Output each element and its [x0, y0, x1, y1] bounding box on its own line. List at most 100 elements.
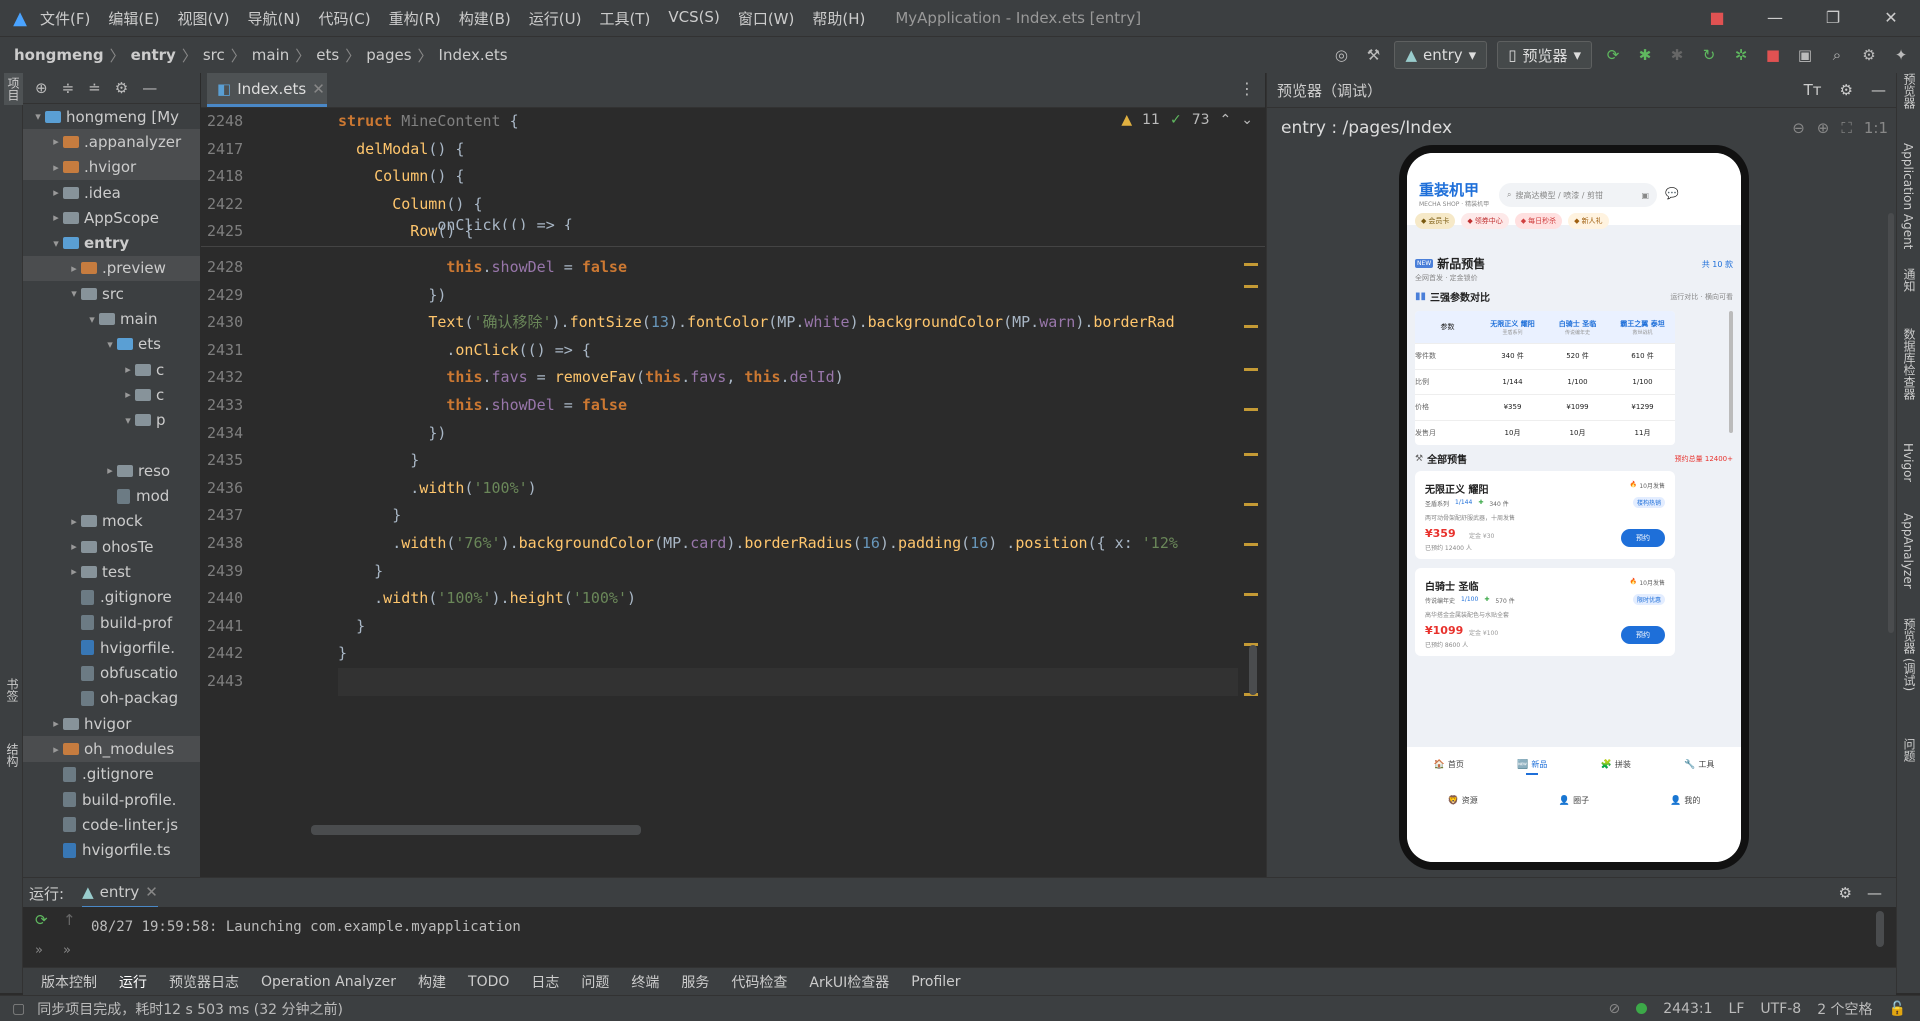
breadcrumb-item[interactable]: pages: [366, 46, 411, 64]
device-manager-icon[interactable]: ▣: [1794, 44, 1816, 66]
bottom-tab[interactable]: 预览器日志: [169, 972, 239, 992]
structure-tool-tab[interactable]: 结构: [4, 743, 21, 767]
chevron-up-icon[interactable]: ⌃: [1220, 112, 1232, 128]
no-power-save-icon[interactable]: ⊘: [1609, 1001, 1621, 1017]
bottom-tab[interactable]: 服务: [681, 972, 709, 992]
tree-row[interactable]: mod: [23, 483, 200, 508]
message-icon[interactable]: 💬: [1665, 187, 1679, 200]
apply-changes-icon[interactable]: ↻: [1698, 44, 1720, 66]
file-encoding[interactable]: UTF-8: [1760, 1001, 1801, 1017]
code-line[interactable]: .width('76%').backgroundColor(MP.card).b…: [338, 530, 1238, 558]
chevron-right-icon[interactable]: ▸: [49, 186, 63, 199]
line-separator[interactable]: LF: [1729, 1001, 1745, 1017]
search-icon[interactable]: ⌕: [1826, 44, 1848, 66]
code-line[interactable]: Column() {: [338, 191, 519, 219]
tree-row[interactable]: ▸ test: [23, 559, 200, 584]
tree-row[interactable]: hvigorfile.: [23, 635, 200, 660]
inspection-widget[interactable]: ▲ 11 ✓ 73 ⌃ ⌄: [1121, 112, 1253, 128]
tree-row[interactable]: ▾ entry: [23, 230, 200, 255]
menu-item[interactable]: 工具(T): [599, 8, 650, 29]
chevron-down-icon[interactable]: ▾: [31, 110, 45, 123]
tree-row[interactable]: build-profile.: [23, 787, 200, 812]
preview-scrollbar[interactable]: [1888, 213, 1894, 633]
chip-2[interactable]: ◆ 每日秒杀: [1514, 213, 1563, 229]
tree-row[interactable]: ▸ c: [23, 382, 200, 407]
right-tool-tab[interactable]: AppAnalyzer: [1901, 513, 1915, 589]
chevron-right-icon[interactable]: ▸: [49, 211, 63, 224]
tree-row[interactable]: ▾ main: [23, 306, 200, 331]
rerun-icon[interactable]: ⟳: [1602, 44, 1624, 66]
code-line[interactable]: }): [338, 282, 1238, 310]
collapse-all-icon[interactable]: ≐: [88, 79, 101, 97]
right-tool-tab[interactable]: 预览器: [1901, 73, 1918, 109]
code-area[interactable]: this.showDel = false }) Text('确认移除').fon…: [338, 254, 1238, 696]
zoom-in-icon[interactable]: ⊕: [1817, 119, 1830, 137]
attach-debugger-icon[interactable]: ✱: [1666, 44, 1688, 66]
chevron-right-icon[interactable]: ▸: [49, 135, 63, 148]
chevron-down-icon[interactable]: ▾: [121, 414, 135, 427]
tree-row[interactable]: ▸ oh_modules: [23, 736, 200, 762]
menu-item[interactable]: 构建(B): [459, 8, 511, 29]
stop-icon[interactable]: ■: [1762, 44, 1784, 66]
lock-icon[interactable]: 🔓: [1889, 1001, 1906, 1017]
hammer-icon[interactable]: ⚒: [1362, 44, 1384, 66]
tree-row[interactable]: ▾ ets: [23, 332, 200, 357]
menu-item[interactable]: 运行(U): [529, 8, 582, 29]
reserve-button[interactable]: 预约: [1621, 529, 1665, 547]
minimize-icon[interactable]: —: [1746, 0, 1804, 36]
breadcrumb-item[interactable]: main: [252, 46, 289, 64]
nav-item[interactable]: 🦁 资源: [1407, 795, 1518, 806]
run-tab-entry[interactable]: ▲ entry ✕: [82, 878, 158, 908]
tree-row[interactable]: ▸ ohosTe: [23, 534, 200, 559]
tree-row[interactable]: ▸ mock: [23, 509, 200, 534]
presale-card[interactable]: 白骑士 圣临 🔥 10月发售 传说编年史 1/100 ✚ 570 件 限时优惠 高华搭金金属装配…: [1415, 568, 1675, 656]
minimize-button[interactable]: ■: [1688, 0, 1746, 36]
horizontal-scrollbar[interactable]: [311, 825, 641, 835]
menu-item[interactable]: 代码(C): [318, 8, 370, 29]
project-tool-tab[interactable]: 项目: [4, 73, 23, 105]
code-line[interactable]: }: [338, 613, 1238, 641]
chevron-down-icon[interactable]: ⌄: [1241, 112, 1253, 128]
menu-item[interactable]: 导航(N): [248, 8, 301, 29]
tree-row[interactable]: code-linter.js: [23, 812, 200, 837]
tree-row[interactable]: ▸ .hvigor: [23, 154, 200, 180]
camera-icon[interactable]: ▣: [1641, 191, 1649, 200]
debug-icon[interactable]: ✱: [1634, 44, 1656, 66]
nav-item[interactable]: 🆕 新品: [1491, 759, 1575, 775]
actual-size-icon[interactable]: 1:1: [1864, 119, 1888, 137]
code-line[interactable]: }: [338, 558, 1238, 586]
nav-item[interactable]: 🔧 工具: [1658, 759, 1742, 770]
chip-0[interactable]: ◆ 会员卡: [1415, 213, 1456, 229]
chevron-right-icon[interactable]: ▸: [121, 363, 135, 376]
breadcrumb-item[interactable]: entry: [131, 46, 176, 64]
scroll-up-icon[interactable]: ↑: [63, 911, 76, 929]
menu-item[interactable]: 重构(R): [389, 8, 441, 29]
more-tabs-icon[interactable]: ⋮: [1239, 79, 1255, 98]
chevron-right-icon[interactable]: ▸: [49, 743, 63, 756]
bottom-tab[interactable]: TODO: [468, 974, 509, 990]
search-input[interactable]: ⌕ 搜高达模型 / 喷漆 / 剪钳 ▣: [1499, 183, 1657, 207]
chevron-down-icon[interactable]: ▾: [49, 237, 63, 250]
breadcrumb-item[interactable]: hongmeng: [14, 46, 104, 64]
tab-index-ets[interactable]: ◧ Index.ets ✕: [207, 73, 327, 107]
code-line[interactable]: }: [338, 502, 1238, 530]
status-panel-icon[interactable]: ▢: [12, 1001, 25, 1017]
close-button[interactable]: ✕: [1862, 0, 1920, 36]
code-line[interactable]: }: [338, 447, 1238, 475]
hide-icon[interactable]: —: [1867, 884, 1882, 902]
tree-row[interactable]: hvigorfile.ts: [23, 838, 200, 863]
nav-item[interactable]: 🧩 拼装: [1574, 759, 1658, 770]
gear-icon[interactable]: ⚙: [1839, 884, 1852, 902]
restore-button[interactable]: ❐: [1804, 0, 1862, 36]
tree-row[interactable]: ▸ reso: [23, 458, 200, 483]
table-scrollbar[interactable]: [1729, 311, 1733, 433]
module-select[interactable]: ▲ entry ▾: [1394, 41, 1488, 69]
console-scrollbar[interactable]: [1876, 911, 1884, 947]
bookmarks-tool-tab[interactable]: 书签: [4, 678, 21, 702]
chevron-right-icon[interactable]: ▸: [103, 464, 117, 477]
menu-item[interactable]: VCS(S): [668, 8, 719, 29]
tree-row[interactable]: oh-packag: [23, 686, 200, 711]
code-line[interactable]: this.showDel = false: [338, 254, 1238, 282]
menu-item[interactable]: 帮助(H): [812, 8, 865, 29]
tree-row[interactable]: [23, 433, 200, 458]
